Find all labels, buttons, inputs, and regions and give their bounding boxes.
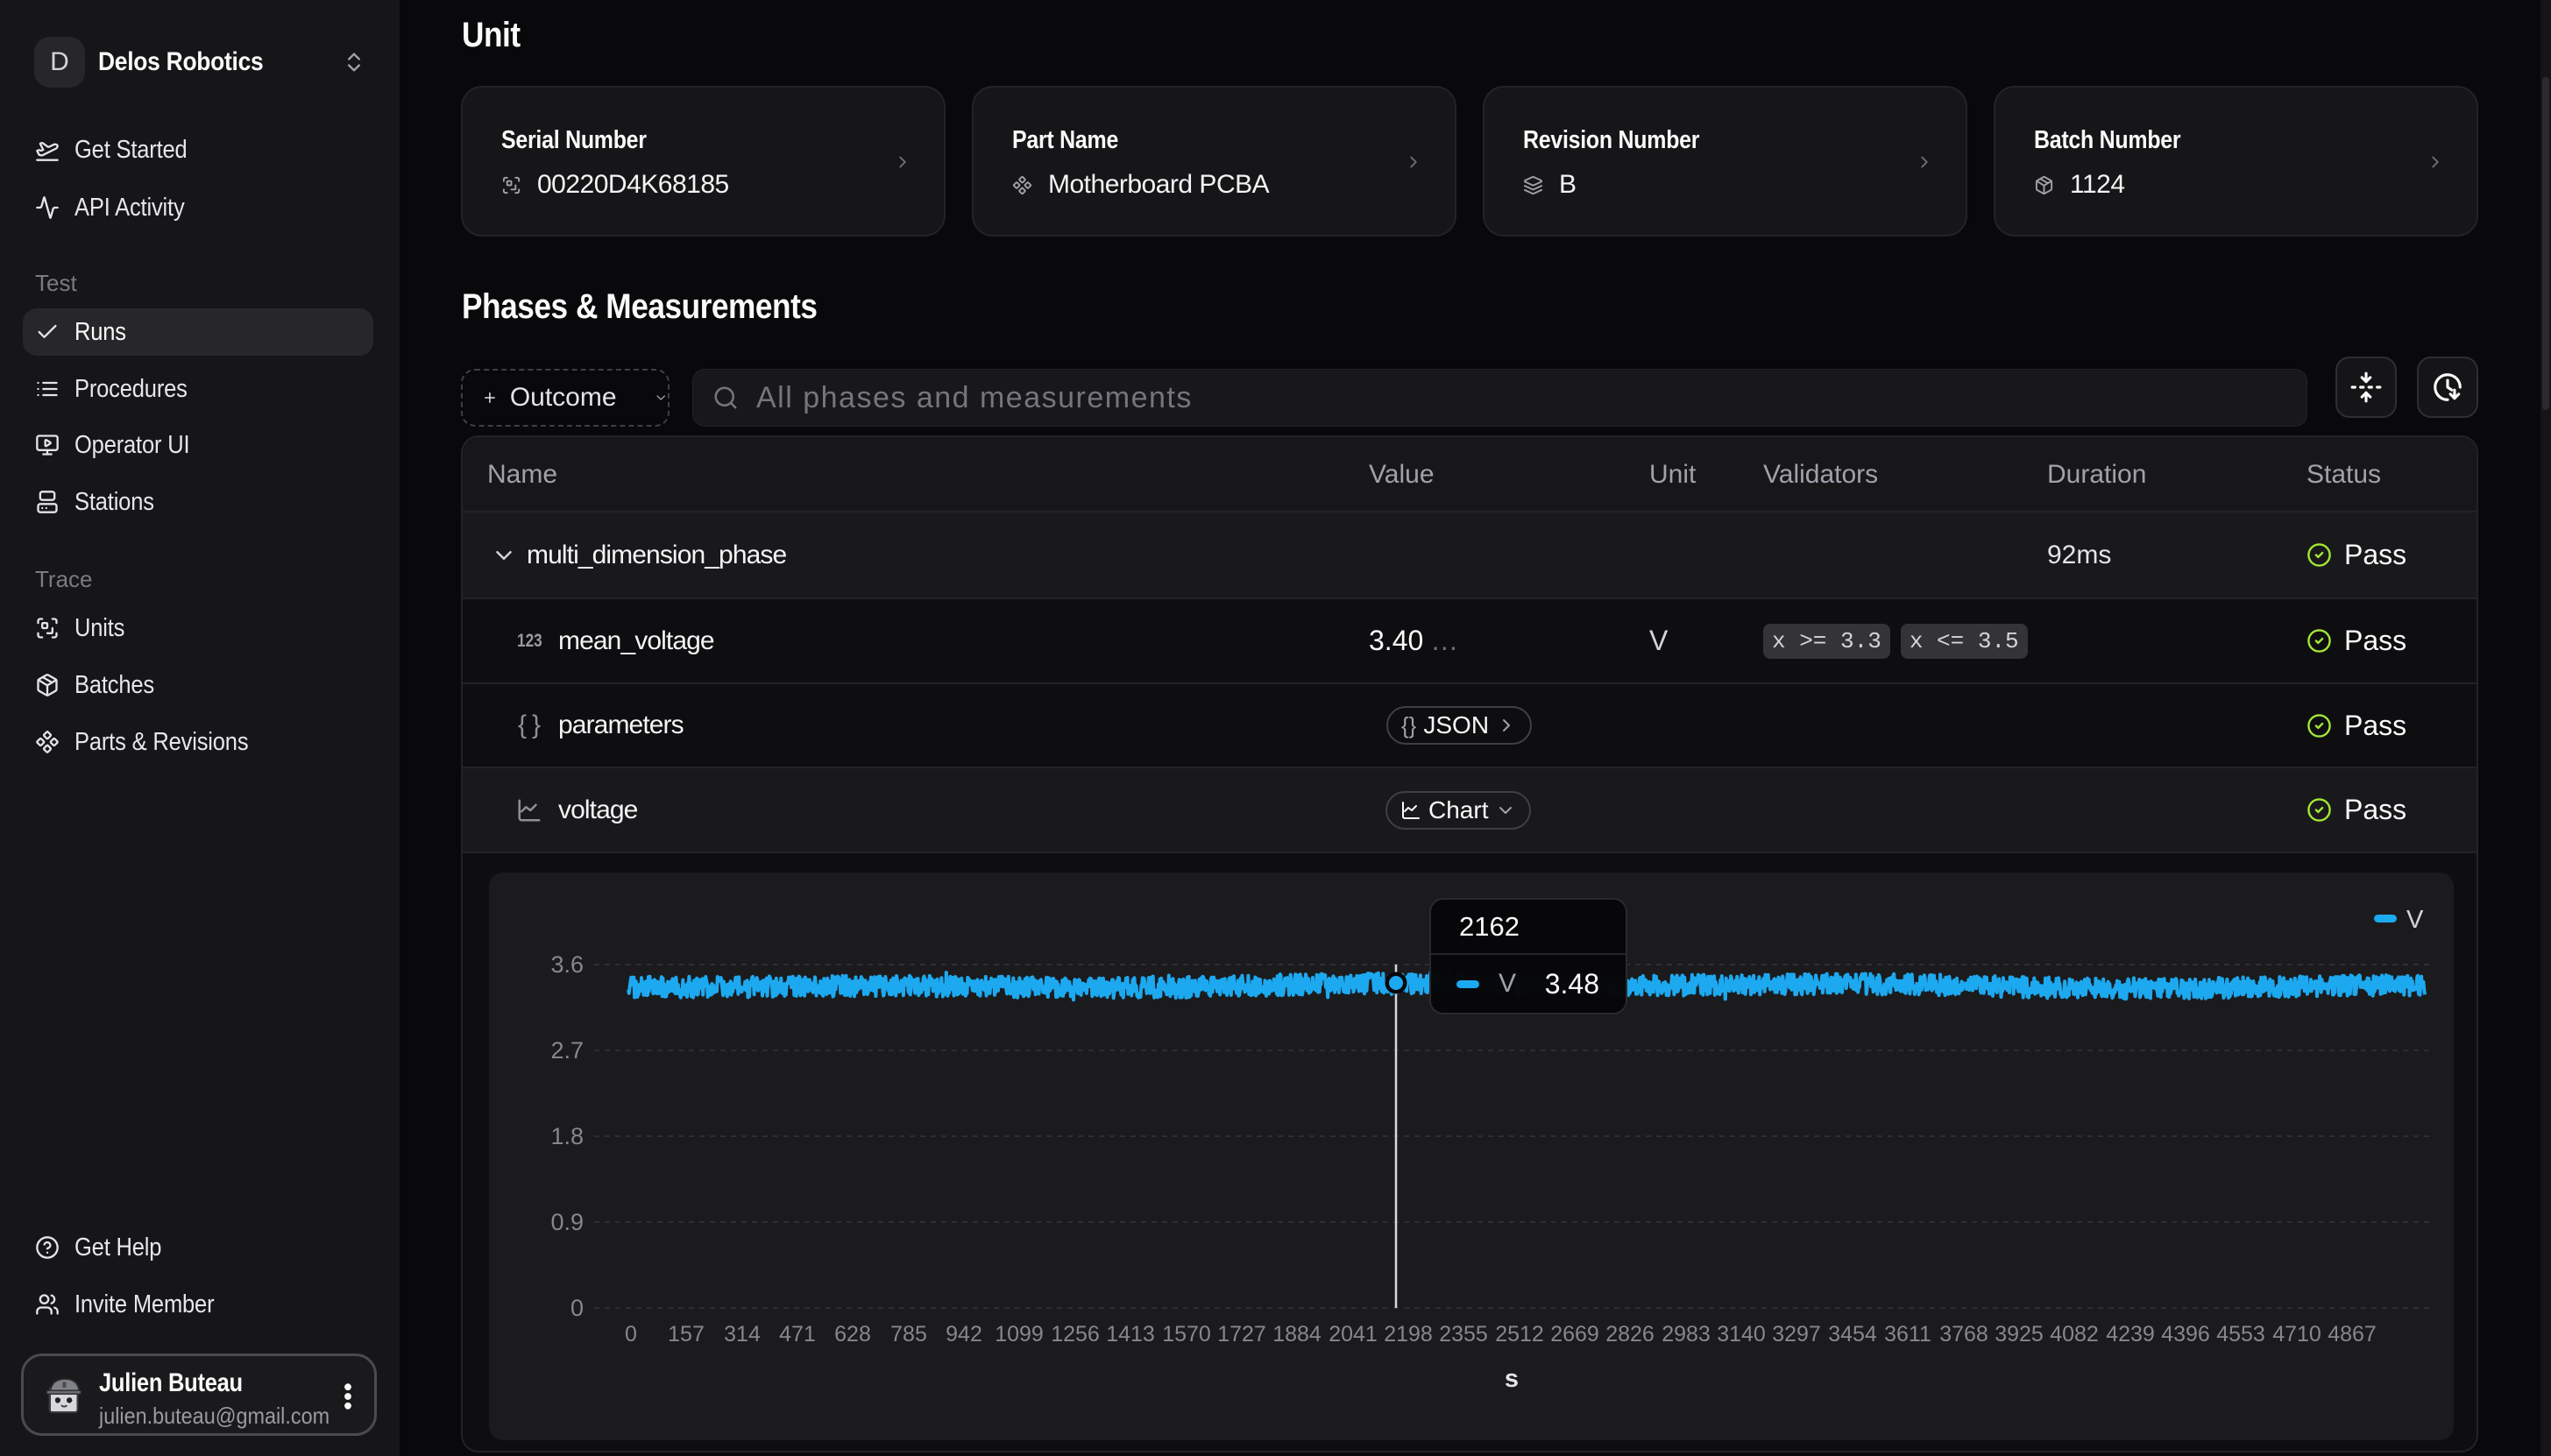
svg-text:628: 628 [834, 1322, 871, 1346]
svg-text:2826: 2826 [1605, 1322, 1655, 1346]
svg-text:471: 471 [779, 1322, 816, 1346]
svg-text:1.8: 1.8 [550, 1123, 584, 1149]
svg-text:942: 942 [946, 1322, 982, 1346]
svg-text:2355: 2355 [1439, 1322, 1488, 1346]
svg-text:4867: 4867 [2328, 1322, 2377, 1346]
svg-text:157: 157 [668, 1322, 705, 1346]
svg-text:3297: 3297 [1772, 1322, 1821, 1346]
svg-text:0: 0 [570, 1295, 584, 1321]
svg-text:4082: 4082 [2050, 1322, 2099, 1346]
svg-text:1099: 1099 [995, 1322, 1044, 1346]
svg-text:2669: 2669 [1550, 1322, 1599, 1346]
svg-text:1256: 1256 [1051, 1322, 1100, 1346]
svg-text:785: 785 [890, 1322, 927, 1346]
svg-text:3.6: 3.6 [550, 951, 584, 978]
svg-text:1727: 1727 [1217, 1322, 1266, 1346]
svg-text:2512: 2512 [1495, 1322, 1544, 1346]
svg-text:4710: 4710 [2272, 1322, 2321, 1346]
svg-text:2198: 2198 [1384, 1322, 1433, 1346]
svg-text:0: 0 [625, 1322, 637, 1346]
svg-text:0.9: 0.9 [550, 1209, 584, 1235]
svg-text:314: 314 [724, 1322, 761, 1346]
svg-text:4239: 4239 [2106, 1322, 2155, 1346]
svg-text:s: s [1505, 1365, 1519, 1393]
svg-text:V: V [2406, 906, 2424, 934]
svg-text:2983: 2983 [1662, 1322, 1711, 1346]
svg-text:2041: 2041 [1329, 1322, 1378, 1346]
svg-text:2.7: 2.7 [550, 1037, 584, 1064]
svg-text:3925: 3925 [1995, 1322, 2044, 1346]
svg-text:1413: 1413 [1106, 1322, 1155, 1346]
svg-text:4553: 4553 [2216, 1322, 2265, 1346]
svg-text:3140: 3140 [1717, 1322, 1766, 1346]
svg-text:3768: 3768 [1939, 1322, 1988, 1346]
svg-text:3454: 3454 [1828, 1322, 1877, 1346]
svg-text:4396: 4396 [2161, 1322, 2210, 1346]
svg-text:1884: 1884 [1272, 1322, 1322, 1346]
svg-text:1570: 1570 [1162, 1322, 1211, 1346]
svg-text:3611: 3611 [1884, 1322, 1931, 1346]
